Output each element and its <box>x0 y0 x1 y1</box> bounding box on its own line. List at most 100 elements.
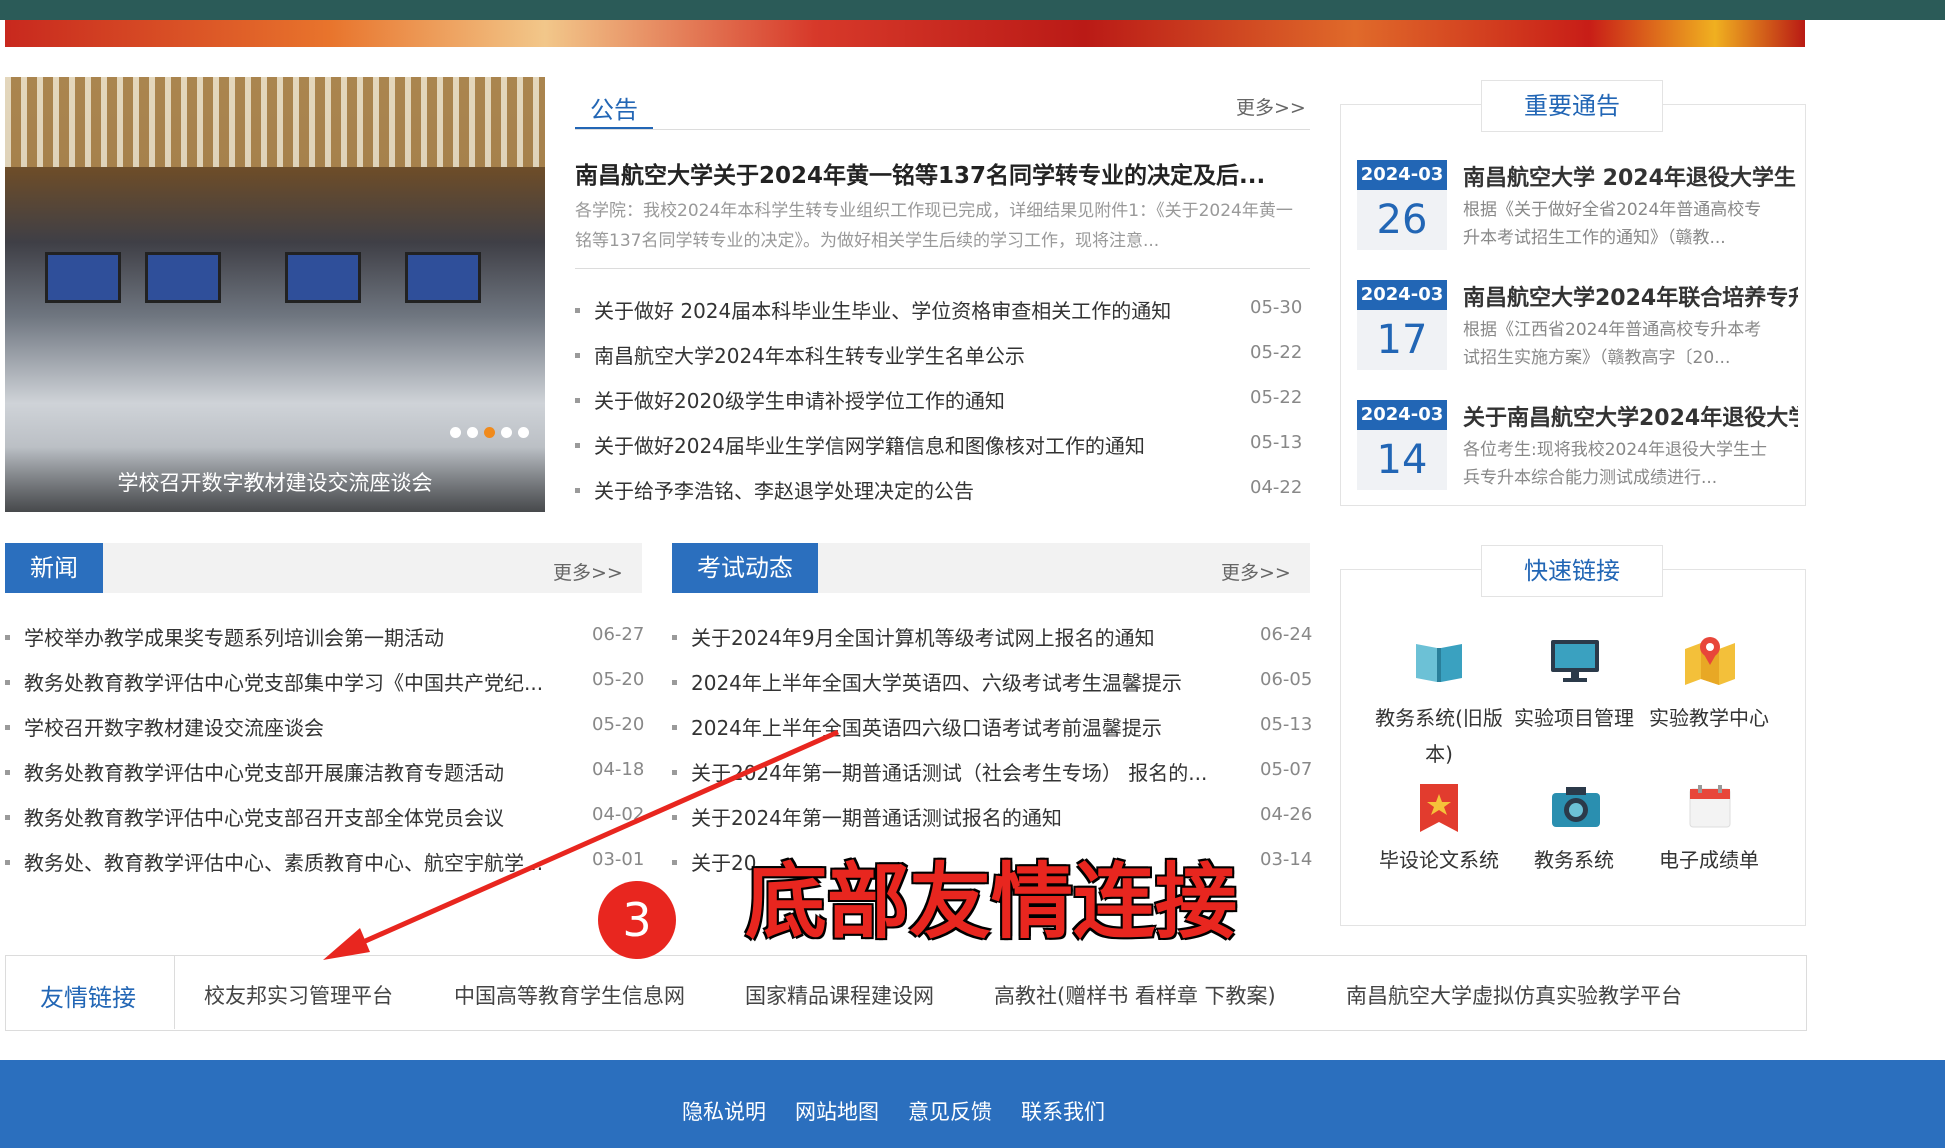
quick-link-label[interactable]: 实验项目管理 <box>1504 700 1644 736</box>
list-item[interactable]: 关于做好2020级学生申请补授学位工作的通知 <box>575 385 1215 414</box>
list-item[interactable]: 学校召开数字教材建设交流座谈会 <box>5 712 570 741</box>
announcement-more-link[interactable]: 更多>> <box>1236 93 1306 120</box>
bullet <box>672 815 677 820</box>
featured-announcement-title[interactable]: 南昌航空大学关于2024年黄一铭等137名同学转专业的决定及后... <box>575 156 1310 190</box>
list-item[interactable]: 关于给予李浩铭、李赵退学处理决定的公告 <box>575 475 1215 504</box>
announcement-item-title[interactable]: 关于做好 2024届本科毕业生毕业、学位资格审查相关工作的通知 <box>594 299 1171 323</box>
news-item-date: 05-20 <box>592 669 645 690</box>
annotation-label: 底部友情连接 <box>745 855 1238 950</box>
important-notice-title[interactable]: 南昌航空大学2024年联合培养专升 <box>1463 280 1798 312</box>
bullet <box>575 398 580 403</box>
desc-line: 升本考试招生工作的通知》（赣教... <box>1463 228 1726 248</box>
bullet <box>5 815 10 820</box>
slide-dot[interactable] <box>518 427 529 438</box>
slide-dot-active[interactable] <box>484 427 495 438</box>
slide-screen <box>145 252 221 303</box>
slide-ceiling <box>5 77 545 167</box>
slide-dots[interactable] <box>450 427 529 438</box>
important-notice-title[interactable]: 南昌航空大学 2024年退役大学生 <box>1463 160 1798 192</box>
bullet <box>672 770 677 775</box>
friend-link[interactable]: 国家精品课程建设网 <box>745 980 934 1010</box>
footer-link-privacy[interactable]: 隐私说明 <box>682 1096 766 1126</box>
exam-item-title[interactable]: 2024年上半年全国英语四六级口语考试考前温馨提示 <box>691 716 1162 740</box>
friend-link[interactable]: 高教社(赠样书 看样章 下教案) <box>994 980 1276 1010</box>
bullet <box>672 860 677 865</box>
exam-item-title[interactable]: 关于2024年第一期普通话测试报名的通知 <box>691 806 1062 830</box>
quick-link-label[interactable]: 教务系统 <box>1504 842 1644 878</box>
list-item[interactable]: 2024年上半年全国大学英语四、六级考试考生温馨提示 <box>672 667 1237 696</box>
quick-link-label[interactable]: 实验教学中心 <box>1639 700 1779 736</box>
camera-icon[interactable] <box>1550 783 1602 829</box>
slide-dot[interactable] <box>501 427 512 438</box>
slide-screen <box>285 252 361 303</box>
tab-news[interactable]: 新闻 <box>5 543 103 593</box>
list-item[interactable]: 教务处教育教学评估中心党支部召开支部全体党员会议 <box>5 802 570 831</box>
list-item[interactable]: 教务处、教育教学评估中心、素质教育中心、航空宇航学... <box>5 847 570 876</box>
exam-item-title[interactable]: 关于2024年第一期普通话测试（社会考生专场） 报名的... <box>691 761 1207 785</box>
footer-link-feedback[interactable]: 意见反馈 <box>908 1096 992 1126</box>
important-notice-desc: 根据《江西省2024年普通高校专升本考 试招生实施方案》（赣教高字〔20... <box>1463 316 1761 372</box>
news-item-title[interactable]: 教务处、教育教学评估中心、素质教育中心、航空宇航学... <box>24 851 543 875</box>
list-item[interactable]: 教务处教育教学评估中心党支部开展廉洁教育专题活动 <box>5 757 570 786</box>
list-item[interactable]: 关于做好 2024届本科毕业生毕业、学位资格审查相关工作的通知 <box>575 295 1215 324</box>
announcement-item-title[interactable]: 南昌航空大学2024年本科生转专业学生名单公示 <box>594 344 1025 368</box>
date-badge-month: 2024-03 <box>1357 400 1447 430</box>
desc-line: 兵专升本综合能力测试成绩进行... <box>1463 468 1718 488</box>
news-more-link[interactable]: 更多>> <box>553 558 623 585</box>
list-item[interactable]: 关于2024年第一期普通话测试（社会考生专场） 报名的... <box>672 757 1237 786</box>
exam-item-title[interactable]: 关于2024年9月全国计算机等级考试网上报名的通知 <box>691 626 1155 650</box>
quick-link-label[interactable]: 教务系统(旧版本) <box>1369 700 1509 772</box>
news-item-title[interactable]: 教务处教育教学评估中心党支部开展廉洁教育专题活动 <box>24 761 504 785</box>
calendar-icon[interactable] <box>1688 783 1732 829</box>
map-pin-icon[interactable] <box>1683 635 1737 685</box>
news-slideshow[interactable]: 学校召开数字教材建设交流座谈会 <box>5 77 545 512</box>
quick-link-label[interactable]: 毕设论文系统 <box>1369 842 1509 878</box>
slide-dot[interactable] <box>467 427 478 438</box>
monitor-icon[interactable] <box>1548 638 1602 684</box>
tab-announcement[interactable]: 公告 <box>590 90 638 125</box>
slide-caption[interactable]: 学校召开数字教材建设交流座谈会 <box>5 467 545 497</box>
divider <box>575 129 1310 130</box>
bullet <box>5 860 10 865</box>
friend-link[interactable]: 南昌航空大学虚拟仿真实验教学平台 <box>1346 980 1682 1010</box>
news-item-title[interactable]: 教务处教育教学评估中心党支部召开支部全体党员会议 <box>24 806 504 830</box>
news-item-title[interactable]: 学校召开数字教材建设交流座谈会 <box>24 716 324 740</box>
list-item[interactable]: 教务处教育教学评估中心党支部集中学习《中国共产党纪... <box>5 667 570 696</box>
important-notice-desc: 各位考生:现将我校2024年退役大学生士 兵专升本综合能力测试成绩进行... <box>1463 436 1767 492</box>
announcement-item-title[interactable]: 关于做好2024届毕业生学信网学籍信息和图像核对工作的通知 <box>594 434 1145 458</box>
list-item[interactable]: 关于做好2024届毕业生学信网学籍信息和图像核对工作的通知 <box>575 430 1215 459</box>
important-notice-title[interactable]: 关于南昌航空大学2024年退役大学 <box>1463 400 1798 432</box>
star-banner-icon[interactable] <box>1418 782 1460 834</box>
bullet <box>5 770 10 775</box>
friend-link[interactable]: 中国高等教育学生信息网 <box>454 980 685 1010</box>
exam-item-title[interactable]: 2024年上半年全国大学英语四、六级考试考生温馨提示 <box>691 671 1182 695</box>
tab-exam-news[interactable]: 考试动态 <box>672 543 818 593</box>
list-item[interactable]: 学校举办教学成果奖专题系列培训会第一期活动 <box>5 622 570 651</box>
list-item[interactable]: 关于2024年第一期普通话测试报名的通知 <box>672 802 1237 831</box>
news-item-date: 06-27 <box>592 624 645 645</box>
announcement-item-date: 05-30 <box>1250 297 1303 318</box>
slide-dot[interactable] <box>450 427 461 438</box>
quick-link-label[interactable]: 电子成绩单 <box>1639 842 1779 878</box>
exam-more-link[interactable]: 更多>> <box>1221 558 1291 585</box>
exam-item-date: 05-07 <box>1260 759 1313 780</box>
friend-link[interactable]: 校友邦实习管理平台 <box>204 980 393 1010</box>
footer-link-sitemap[interactable]: 网站地图 <box>795 1096 879 1126</box>
news-item-title[interactable]: 学校举办教学成果奖专题系列培训会第一期活动 <box>24 626 444 650</box>
book-icon[interactable] <box>1412 638 1466 684</box>
annotation-step-badge: 3 <box>598 881 676 959</box>
footer-link-contact[interactable]: 联系我们 <box>1021 1096 1105 1126</box>
divider <box>575 268 1310 269</box>
announcement-item-title[interactable]: 关于给予李浩铭、李赵退学处理决定的公告 <box>594 479 974 503</box>
divider <box>174 956 175 1029</box>
news-item-date: 03-01 <box>592 849 645 870</box>
list-item[interactable]: 关于2024年9月全国计算机等级考试网上报名的通知 <box>672 622 1237 651</box>
date-badge-day: 17 <box>1357 310 1447 370</box>
list-item[interactable]: 南昌航空大学2024年本科生转专业学生名单公示 <box>575 340 1215 369</box>
news-item-title[interactable]: 教务处教育教学评估中心党支部集中学习《中国共产党纪... <box>24 671 543 695</box>
announcement-item-title[interactable]: 关于做好2020级学生申请补授学位工作的通知 <box>594 389 1005 413</box>
news-item-date: 04-02 <box>592 804 645 825</box>
bullet <box>5 680 10 685</box>
featured-announcement-desc: 各学院：我校2024年本科学生转专业组织工作现已完成，详细结果见附件1：《关于2… <box>575 201 1293 251</box>
list-item[interactable]: 2024年上半年全国英语四六级口语考试考前温馨提示 <box>672 712 1237 741</box>
